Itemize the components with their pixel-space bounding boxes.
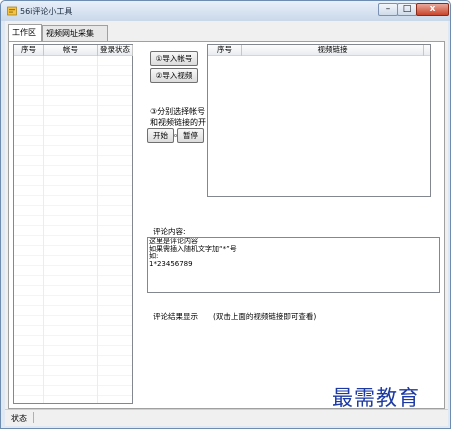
client-area: 工作区 视频网址采集 序号 帐号 登录状态 ①导入帐号 ②导入视频 ③分别选择帐… xyxy=(5,21,448,426)
column-divider xyxy=(43,56,44,403)
video-list-header: 序号 视频链接 xyxy=(208,45,430,56)
close-button[interactable]: x xyxy=(416,3,449,16)
maximize-icon: □ xyxy=(402,4,412,14)
video-list[interactable]: 序号 视频链接 xyxy=(207,44,431,197)
minimize-icon: – xyxy=(385,4,391,14)
title-bar[interactable]: 56i评论小工具 – □ x xyxy=(1,1,450,21)
maximize-button[interactable]: □ xyxy=(397,3,417,16)
tab-workspace[interactable]: 工作区 xyxy=(8,24,42,41)
accounts-list-header: 序号 帐号 登录状态 xyxy=(14,45,133,56)
video-list-body[interactable] xyxy=(208,56,430,196)
col-video-index[interactable]: 序号 xyxy=(208,45,242,56)
comment-line: 1*23456789 xyxy=(149,259,193,268)
workspace-panel: 序号 帐号 登录状态 ①导入帐号 ②导入视频 ③分别选择帐号和视频链接的开始位置… xyxy=(8,41,445,409)
status-label: 状态 xyxy=(11,414,27,423)
app-icon xyxy=(7,6,17,16)
tab-video-url-collect[interactable]: 视频网址采集 xyxy=(42,25,108,41)
col-account[interactable]: 帐号 xyxy=(44,45,98,56)
status-divider xyxy=(33,412,34,423)
result-label: 评论结果显示 xyxy=(153,312,198,321)
col-index[interactable]: 序号 xyxy=(14,45,44,56)
accounts-list-body[interactable] xyxy=(14,56,132,403)
comment-input[interactable]: 这里是评论内容 如果需插入随机文字加“*”号 如: 1*23456789 xyxy=(147,237,440,293)
minimize-button[interactable]: – xyxy=(378,3,398,16)
col-login-status[interactable]: 登录状态 xyxy=(98,45,133,56)
start-button[interactable]: 开始 xyxy=(147,128,174,143)
window-title: 56i评论小工具 xyxy=(20,7,73,16)
app-window: 56i评论小工具 – □ x 工作区 视频网址采集 序号 帐号 登录状态 ①导入… xyxy=(0,0,451,429)
comment-label: 评论内容: xyxy=(153,227,186,236)
accounts-list[interactable]: 序号 帐号 登录状态 xyxy=(13,44,133,404)
pause-button[interactable]: 暂停 xyxy=(177,128,204,143)
column-divider xyxy=(97,56,98,403)
import-accounts-button[interactable]: ①导入帐号 xyxy=(150,51,198,66)
import-videos-button[interactable]: ②导入视频 xyxy=(150,68,198,83)
comment-line: 如果需插入随机文字加“*”号 xyxy=(149,244,237,253)
close-icon: x xyxy=(429,4,436,14)
col-video-link[interactable]: 视频链接 xyxy=(242,45,424,56)
result-hint: (双击上面的视频链接即可查看) xyxy=(213,312,317,321)
watermark-logo: 最需教育 xyxy=(332,386,420,410)
